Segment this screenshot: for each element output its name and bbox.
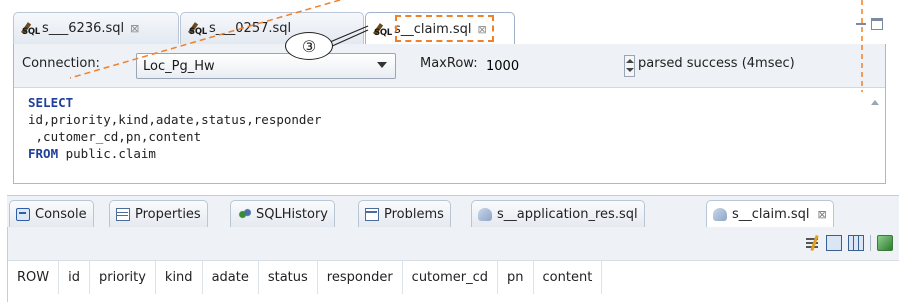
- format-icon[interactable]: [804, 235, 820, 251]
- annotation-callout: ③: [285, 32, 333, 60]
- sql-file-icon: SQL: [187, 20, 207, 37]
- sql-keyword: FROM: [28, 146, 59, 161]
- column-header[interactable]: priority: [90, 261, 156, 294]
- maxrow-label: MaxRow:: [420, 56, 478, 71]
- tab-application-res-sql[interactable]: s__application_res.sql: [471, 200, 645, 228]
- tab-sqlhistory[interactable]: SQLHistory: [230, 200, 335, 228]
- sql-file-icon: SQL: [20, 20, 40, 37]
- result-toolbar-icons: [804, 235, 893, 251]
- annotation-highlight-box: [395, 15, 494, 42]
- maxrow-spinner[interactable]: [624, 55, 635, 77]
- sql-line: id,priority,kind,adate,status,responder: [28, 112, 322, 127]
- problems-icon: [365, 208, 379, 221]
- editor-toolbar: Connection: Loc_Pg_Hw MaxRow: parsed suc…: [14, 44, 885, 88]
- column-header[interactable]: responder: [318, 261, 403, 294]
- editor-tab-s6236[interactable]: SQL s___6236.sql ⊠: [13, 12, 179, 44]
- column-header[interactable]: ROW: [8, 261, 60, 294]
- tab-console[interactable]: Console: [9, 200, 94, 228]
- column-header[interactable]: adate: [203, 261, 259, 294]
- minimize-icon[interactable]: [855, 18, 867, 30]
- result-toolbar: [8, 227, 899, 261]
- column-header[interactable]: pn: [498, 261, 534, 294]
- tab-properties[interactable]: Properties: [109, 200, 208, 228]
- result-panel: ROW id priority kind adate status responder cut…: [7, 227, 899, 302]
- properties-icon: [116, 208, 130, 221]
- chevron-down-icon: [377, 62, 387, 68]
- connection-select[interactable]: Loc_Pg_Hw: [136, 53, 396, 79]
- tab-label: SQLHistory: [256, 207, 328, 222]
- tab-label: Problems: [384, 207, 444, 222]
- editor-tab-label: s___0257.sql: [209, 21, 292, 36]
- tab-label: s__application_res.sql: [497, 207, 638, 222]
- maxrow-input[interactable]: [484, 53, 624, 79]
- parse-status: parsed success (4msec): [638, 56, 795, 71]
- result-table-header: ROW id priority kind adate status responder cut…: [8, 261, 603, 294]
- sql-editor-panel: Connection: Loc_Pg_Hw MaxRow: parsed suc…: [13, 44, 886, 184]
- view-controls: [855, 18, 883, 30]
- sql-file-icon: [713, 208, 727, 221]
- sql-history-icon: [237, 208, 251, 221]
- sql-keyword: SELECT: [28, 95, 74, 110]
- sql-file-icon: SQL: [372, 21, 392, 38]
- column-header[interactable]: cutomer_cd: [403, 261, 499, 294]
- sql-line: FROM public.claim: [28, 145, 322, 162]
- close-icon[interactable]: ⊠: [130, 22, 139, 35]
- tab-label: Properties: [135, 207, 201, 222]
- close-icon[interactable]: ⊠: [818, 208, 827, 221]
- tab-problems[interactable]: Problems: [358, 200, 451, 228]
- toolbar-divider: [870, 235, 871, 251]
- sql-line: SELECT: [28, 94, 322, 111]
- connection-label: Connection:: [22, 56, 100, 71]
- export-icon[interactable]: [877, 235, 893, 251]
- bottom-tab-strip: Console Properties SQLHistory Problems s…: [7, 195, 899, 228]
- scroll-up-icon[interactable]: [871, 100, 879, 105]
- maximize-icon[interactable]: [871, 18, 883, 30]
- sql-file-icon: [478, 208, 492, 221]
- console-icon: [16, 208, 30, 221]
- tab-label: s__claim.sql: [732, 207, 810, 222]
- connection-value: Loc_Pg_Hw: [143, 58, 215, 74]
- sql-line: ,cutomer_cd,pn,content: [28, 129, 202, 144]
- column-header[interactable]: status: [259, 261, 318, 294]
- tab-claim-sql[interactable]: s__claim.sql ⊠: [706, 200, 834, 228]
- column-header[interactable]: id: [59, 261, 90, 294]
- sql-text: public.claim: [58, 146, 156, 161]
- sql-editor-text[interactable]: SELECT id,priority,kind,adate,status,res…: [28, 94, 322, 162]
- column-header[interactable]: kind: [156, 261, 203, 294]
- editor-tab-label: s___6236.sql: [42, 21, 125, 36]
- row-view-icon[interactable]: [826, 235, 842, 251]
- column-header[interactable]: content: [534, 261, 603, 294]
- editor-tab-s0257[interactable]: SQL s___0257.sql: [180, 12, 364, 44]
- tab-label: Console: [35, 207, 87, 222]
- column-view-icon[interactable]: [848, 235, 864, 251]
